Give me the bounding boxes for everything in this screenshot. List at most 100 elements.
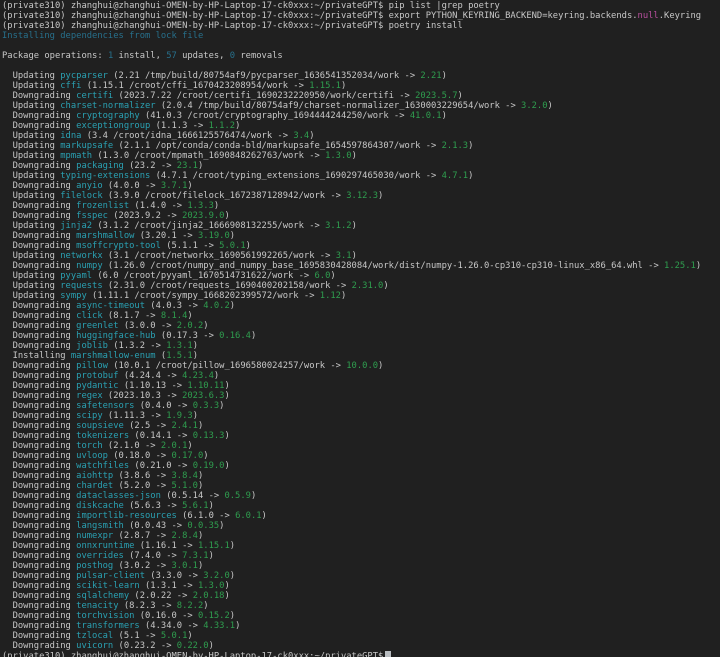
package-name: soupsieve [76, 421, 124, 431]
terminal-text: ) [351, 251, 357, 261]
package-name: chardet [76, 481, 114, 491]
package-name: pycparser [60, 71, 108, 81]
terminal-text: ) [351, 221, 357, 231]
terminal-text: ) [250, 331, 257, 341]
terminal-text: (2.8.7 -> [113, 531, 172, 541]
package-line: Downgrading watchfiles (0.21.0 -> 0.19.0… [2, 461, 720, 471]
terminal-text: 2.4.1 [171, 421, 198, 431]
terminal-text: (5.1 -> [113, 631, 161, 641]
terminal-text: (6.1.0 -> [176, 511, 236, 521]
terminal-text: (3.1.2 /croot/jinja2_1666908132255/work … [92, 221, 326, 231]
terminal-text: 1.12 [319, 291, 341, 301]
terminal-text: 4.23.4 [182, 371, 214, 381]
package-line: Downgrading async-timeout (4.0.3 -> 4.0.… [2, 301, 720, 311]
terminal-text: ) [695, 261, 702, 271]
terminal-text: Downgrading [2, 121, 77, 131]
terminal-text: (3.1 /croot/networkx_1690561992265/work … [102, 251, 336, 261]
terminal-text: removals [235, 51, 283, 61]
terminal-text: ) [224, 391, 230, 401]
package-name: scikit-learn [76, 581, 140, 591]
terminal-text: 7.3.1 [182, 551, 209, 561]
terminal-text: ) [340, 81, 347, 91]
package-name: click [76, 311, 103, 321]
terminal-text: ) [187, 441, 193, 451]
package-line: Downgrading tenacity (8.2.3 -> 8.2.2) [2, 601, 720, 611]
package-name: posthog [76, 561, 114, 571]
package-name: diskcache [76, 501, 124, 511]
terminal-text: 4.33.1 [203, 621, 236, 631]
package-line: Downgrading diskcache (5.6.3 -> 5.6.1) [2, 501, 720, 511]
package-line: Updating filelock (3.9.0 /croot/filelock… [2, 191, 720, 201]
package-name: aiohttp [76, 471, 114, 481]
package-line: Downgrading soupsieve (2.5 -> 2.4.1) [2, 421, 720, 431]
terminal-text: (private310) zhanghui@zhanghui-OMEN-by-H… [2, 651, 384, 657]
terminal-text: (3.9.0 /croot/filelock_1672387128942/wor… [102, 191, 347, 201]
package-name: packaging [76, 161, 124, 171]
terminal-text: (5.2.0 -> [113, 481, 172, 491]
terminal-text: Downgrading [2, 631, 77, 641]
package-name: filelock [60, 191, 103, 201]
package-name: async-timeout [76, 301, 146, 311]
terminal-text: 2.0.1 [160, 441, 188, 451]
package-line: Downgrading langsmith (0.0.43 -> 0.0.35) [2, 521, 720, 531]
package-name: safetensors [76, 401, 135, 411]
package-name: charset-normalizer [60, 101, 156, 111]
terminal-text: null [637, 11, 659, 21]
terminal-text: (7.4.0 -> [123, 551, 183, 561]
package-line: Downgrading posthog (3.0.2 -> 3.0.1) [2, 561, 720, 571]
terminal-text: 2.8.4 [171, 531, 198, 541]
package-name: frozenlist [76, 201, 130, 211]
terminal-text: 0.22.0 [176, 641, 209, 651]
terminal-text: (1.1.3 -> [150, 121, 209, 131]
terminal-text: Downgrading [2, 161, 77, 171]
terminal-text: 2023.5.7 [415, 91, 458, 101]
package-line: Downgrading sqlalchemy (2.0.22 -> 2.0.18… [2, 591, 720, 601]
terminal-text: Downgrading [2, 421, 77, 431]
terminal-text: Updating [2, 221, 61, 231]
terminal-text: ) [192, 351, 198, 361]
terminal-text: (2023.9.2 -> [107, 211, 183, 221]
package-line: Downgrading anyio (4.0.0 -> 3.7.1) [2, 181, 720, 191]
terminal-text: ) [192, 341, 198, 351]
terminal-text: 3.1.2 [325, 221, 352, 231]
package-line: Downgrading certifi (2023.7.22 /croot/ce… [2, 91, 720, 101]
terminal-text: Downgrading [2, 381, 77, 391]
package-line: Updating typing-extensions (4.7.1 /croot… [2, 171, 720, 181]
terminal-text: (4.34.0 -> [139, 621, 204, 631]
terminal-text: Downgrading [2, 461, 77, 471]
terminal-text: ) [197, 421, 204, 431]
terminal-text: Updating [2, 131, 61, 141]
terminal-text: 4.7.1 [441, 171, 469, 181]
terminal-text: Downgrading [2, 561, 77, 571]
terminal-text: ) [224, 211, 230, 221]
terminal-text: Downgrading [2, 551, 77, 561]
package-line: Downgrading scipy (1.11.3 -> 1.9.3) [2, 411, 720, 421]
package-line: Downgrading transformers (4.34.0 -> 4.33… [2, 621, 720, 631]
terminal-text: 5.0.1 [160, 631, 188, 641]
terminal-text: (0.0.43 -> [123, 521, 188, 531]
terminal-text: ) [229, 301, 236, 311]
shell-prompt-line: (private310) zhanghui@zhanghui-OMEN-by-H… [2, 1, 720, 11]
terminal-text: 6.0 [314, 271, 331, 281]
terminal-text: (private310) zhanghui@zhanghui-OMEN-by-H… [2, 21, 463, 31]
terminal-text: Downgrading [2, 541, 77, 551]
terminal-text: ) [340, 291, 347, 301]
terminal-text: ) [235, 121, 241, 131]
terminal-text: 0.19.0 [192, 461, 225, 471]
package-name: cffi [60, 81, 82, 91]
package-name: uvicorn [76, 641, 114, 651]
terminal-text: updates, [176, 51, 230, 61]
terminal-text: ) [261, 511, 267, 521]
terminal-text: Downgrading [2, 481, 77, 491]
terminal-text: (23.2 -> [123, 161, 177, 171]
package-line: Downgrading numexpr (2.8.7 -> 2.8.4) [2, 531, 720, 541]
terminal-text: ) [187, 311, 193, 321]
terminal-text: (3.4 /croot/idna_1666125576474/work -> [81, 131, 294, 141]
terminal-text: install, [113, 51, 167, 61]
terminal-screen[interactable]: (private310) zhanghui@zhanghui-OMEN-by-H… [0, 0, 720, 657]
terminal-text: (1.11.3 -> [102, 411, 167, 421]
package-name: numexpr [76, 531, 114, 541]
terminal-text: ) [208, 641, 214, 651]
